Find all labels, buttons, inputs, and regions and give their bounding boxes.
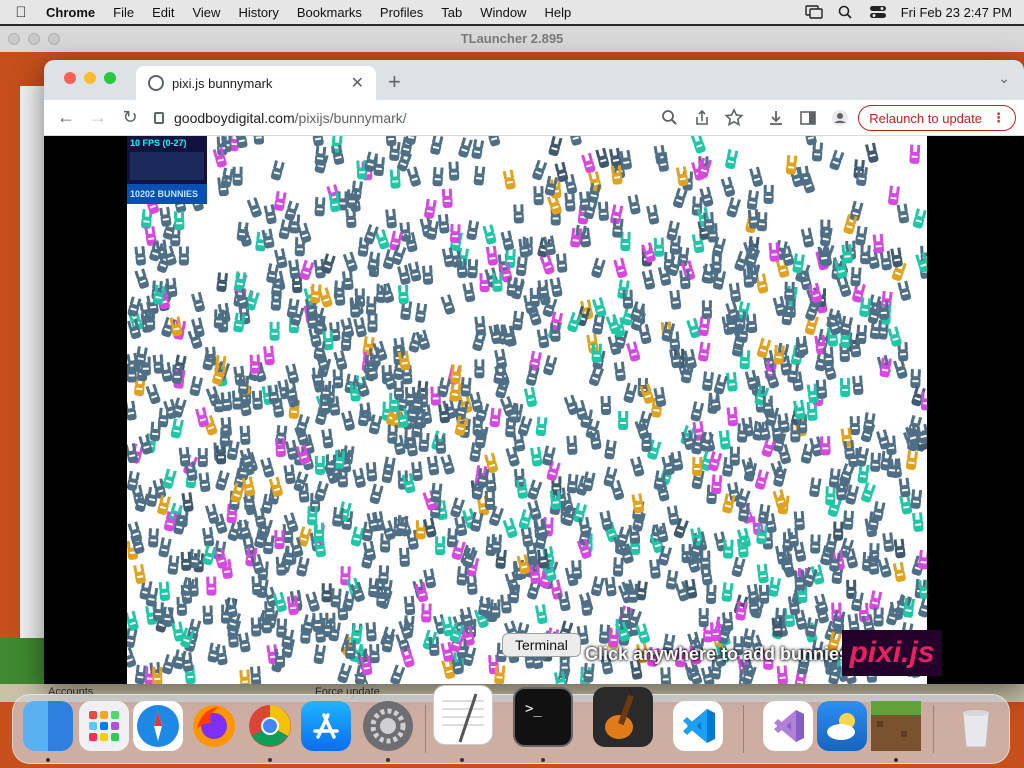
tab-title: pixi.js bunnymark	[172, 75, 273, 91]
reload-icon[interactable]: ↻	[114, 107, 146, 128]
finder-icon[interactable]	[23, 701, 73, 751]
chrome-icon[interactable]	[245, 701, 295, 751]
chrome-window: pixi.js bunnymark ✕ + ⌄ ← → ↻ goodboydig…	[44, 60, 1024, 684]
dock-separator	[425, 705, 426, 753]
control-center-icon[interactable]	[869, 5, 887, 19]
tlauncher-zoom-button[interactable]	[48, 33, 60, 45]
zoom-search-icon[interactable]	[656, 104, 684, 132]
tlauncher-minimize-button[interactable]	[28, 33, 40, 45]
tlauncher-window-controls	[8, 33, 60, 45]
menu-edit[interactable]: Edit	[143, 5, 183, 20]
system-settings-running-indicator	[386, 758, 390, 762]
tlauncher-title-bar: TLauncher 2.895	[0, 26, 1024, 52]
share-icon[interactable]	[688, 104, 716, 132]
menu-file[interactable]: File	[104, 5, 143, 20]
browser-toolbar: ← → ↻ goodboydigital.com/pixijs/bunnymar…	[44, 100, 1024, 136]
profile-avatar-icon[interactable]	[826, 104, 854, 132]
page-content: 10 FPS (0-27) 10202 BUNNIES Click anywhe…	[44, 136, 1024, 684]
minecraft-running-indicator	[894, 758, 898, 762]
menu-help[interactable]: Help	[536, 5, 581, 20]
close-window-button[interactable]	[64, 72, 76, 84]
system-settings-icon[interactable]	[363, 701, 413, 751]
back-arrow-icon[interactable]: ←	[50, 107, 82, 128]
download-icon[interactable]	[762, 104, 790, 132]
textedit-running-indicator	[460, 758, 464, 762]
menu-tab[interactable]: Tab	[432, 5, 471, 20]
menu-window[interactable]: Window	[471, 5, 535, 20]
minimize-window-button[interactable]	[84, 72, 96, 84]
relaunch-to-update-button[interactable]: Relaunch to update ⋮	[858, 105, 1016, 131]
terminal-running-indicator	[541, 758, 545, 762]
menu-profiles[interactable]: Profiles	[371, 5, 432, 20]
macos-menu-bar:  Chrome File Edit View History Bookmark…	[0, 0, 1024, 24]
forward-arrow-icon[interactable]: →	[82, 107, 114, 128]
menu-view[interactable]: View	[183, 5, 229, 20]
stats-panel: 10 FPS (0-27) 10202 BUNNIES	[127, 136, 207, 204]
app-store-icon[interactable]	[301, 701, 351, 751]
bunny-counter: 10202 BUNNIES	[127, 184, 207, 204]
relaunch-label: Relaunch to update	[869, 110, 982, 126]
firefox-icon[interactable]	[189, 701, 239, 751]
dock-separator-2	[743, 705, 744, 753]
window-controls	[64, 72, 116, 84]
finder-running-indicator	[46, 758, 50, 762]
dock-tooltip: Terminal	[502, 633, 581, 657]
menu-bookmarks[interactable]: Bookmarks	[288, 5, 371, 20]
trash-icon[interactable]	[951, 701, 1001, 751]
visual-studio-icon[interactable]	[763, 701, 813, 751]
bunnymark-canvas[interactable]: 10 FPS (0-27) 10202 BUNNIES Click anywhe…	[127, 136, 927, 684]
globe-icon	[148, 75, 164, 91]
dock: >_	[12, 685, 1010, 764]
vscode-icon[interactable]	[673, 701, 723, 751]
menu-bar-clock[interactable]: Fri Feb 23 2:47 PM	[901, 5, 1012, 20]
apple-menu-icon[interactable]: 	[0, 4, 42, 21]
bunny-count-label: 10202 BUNNIES	[130, 189, 199, 199]
more-options-icon: ⋮	[992, 110, 1005, 125]
garageband-icon[interactable]	[593, 687, 653, 747]
new-tab-button[interactable]: +	[388, 69, 401, 95]
tab-pixi-bunnymark[interactable]: pixi.js bunnymark ✕	[136, 66, 376, 100]
tlauncher-close-button[interactable]	[8, 33, 20, 45]
zoom-window-button[interactable]	[104, 72, 116, 84]
launchpad-icon[interactable]	[79, 701, 129, 751]
screen-mirroring-icon[interactable]	[805, 5, 823, 19]
weather-icon[interactable]	[817, 701, 867, 751]
textedit-icon[interactable]	[433, 685, 493, 745]
fps-graph	[130, 152, 204, 180]
chrome-running-indicator	[268, 758, 272, 762]
url-path: /pixijs/bunnymark/	[294, 110, 407, 126]
pixijs-logo[interactable]: pixi.js	[842, 630, 942, 676]
tlauncher-title: TLauncher 2.895	[460, 31, 564, 46]
add-bunnies-prompt: Click anywhere to add bunnies!	[585, 644, 856, 664]
safari-icon[interactable]	[133, 701, 183, 751]
side-panel-icon[interactable]	[794, 104, 822, 132]
tab-strip: pixi.js bunnymark ✕ + ⌄	[44, 60, 1024, 100]
dock-separator-3	[933, 705, 934, 753]
address-bar[interactable]: goodboydigital.com/pixijs/bunnymark/	[154, 104, 684, 132]
pixijs-logo-text: pixi.js	[849, 636, 935, 669]
bunny-swarm	[127, 136, 927, 684]
menu-app-name[interactable]: Chrome	[42, 5, 104, 20]
minecraft-icon[interactable]	[871, 701, 921, 751]
terminal-icon[interactable]: >_	[513, 687, 573, 747]
url-host: goodboydigital.com	[174, 110, 295, 126]
tab-search-chevron-icon[interactable]: ⌄	[998, 70, 1010, 87]
fps-meter: 10 FPS (0-27)	[127, 136, 207, 184]
tab-close-icon[interactable]: ✕	[351, 73, 364, 93]
lock-icon[interactable]	[154, 112, 164, 124]
toolbar-actions: Relaunch to update ⋮	[656, 104, 1016, 132]
menu-history[interactable]: History	[229, 5, 287, 20]
spotlight-search-icon[interactable]	[837, 5, 855, 19]
bookmark-star-icon[interactable]	[720, 104, 748, 132]
fps-label: 10 FPS (0-27)	[130, 138, 187, 148]
